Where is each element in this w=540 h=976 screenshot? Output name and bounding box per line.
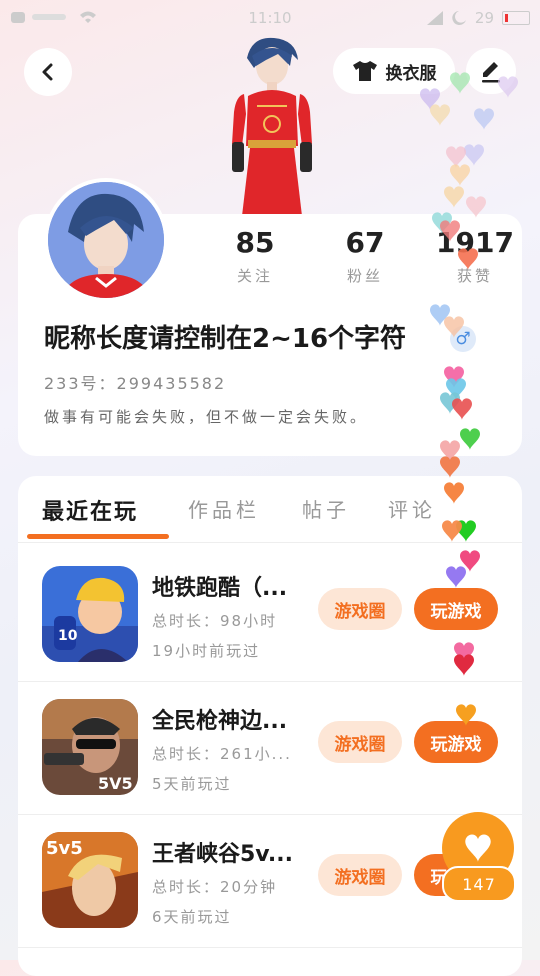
stat-label: 粉丝 xyxy=(346,267,383,285)
list-item[interactable]: 10 地铁跑酷（... 总时长：98小时 19小时前玩过 游戏圈 玩游戏 xyxy=(18,548,522,682)
heart-icon xyxy=(465,834,491,862)
heart-icon xyxy=(450,164,470,186)
game-community-button[interactable]: 游戏圈 xyxy=(318,721,402,763)
tab-comments[interactable]: 评论 xyxy=(388,494,436,523)
tab-underline xyxy=(27,534,169,539)
change-outfit-label: 换衣服 xyxy=(385,63,437,84)
heart-icon xyxy=(464,144,484,166)
profile-stats: 85 关注 67 粉丝 1917 获赞 xyxy=(200,226,530,286)
game-name: 全民枪神边... xyxy=(152,709,288,734)
do-not-disturb-icon xyxy=(452,11,466,25)
signal-icon xyxy=(426,11,443,25)
chevron-left-icon xyxy=(42,63,53,81)
game-community-button[interactable]: 游戏圈 xyxy=(318,588,402,630)
game-icon-text: 10 xyxy=(58,628,78,644)
game-icon-subway-surfers: 10 xyxy=(42,566,138,662)
play-game-button[interactable]: 玩游戏 xyxy=(414,588,498,630)
stat-followers[interactable]: 67 粉丝 xyxy=(310,226,420,286)
heart-icon xyxy=(440,456,460,478)
tab-works[interactable]: 作品栏 xyxy=(188,494,260,523)
tab-posts[interactable]: 帖子 xyxy=(302,494,350,523)
stat-following[interactable]: 85 关注 xyxy=(200,226,310,286)
list-item[interactable]: 5V5 全民枪神边... 总时长：261小... 5天前玩过 游戏圈 玩游戏 xyxy=(18,681,522,815)
game-last-played: 6天前玩过 xyxy=(152,908,232,926)
heart-icon xyxy=(474,108,494,130)
game-last-played: 5天前玩过 xyxy=(152,775,232,793)
game-icon-crisis-action: 5V5 xyxy=(42,699,138,795)
pencil-icon xyxy=(482,62,500,83)
game-duration: 总时长：98小时 xyxy=(152,612,278,630)
avatar-image xyxy=(48,182,164,298)
avatar[interactable] xyxy=(44,178,168,302)
stat-label: 获赞 xyxy=(456,267,493,285)
game-name: 地铁跑酷（... xyxy=(152,576,288,601)
game-icon-text: 5v5 xyxy=(46,838,83,859)
battery-icon xyxy=(502,11,530,25)
game-icon-text: 5V5 xyxy=(98,774,133,793)
game-duration: 总时长：20分钟 xyxy=(152,878,278,896)
game-duration: 总时长：261小... xyxy=(152,745,292,763)
play-game-button[interactable]: 玩游戏 xyxy=(414,721,498,763)
stat-label: 关注 xyxy=(236,267,273,285)
status-icons-right: 29 xyxy=(426,9,530,27)
nickname: 昵称长度请控制在2~16个字符 xyxy=(44,324,407,354)
edit-profile-button[interactable] xyxy=(466,48,516,94)
game-name: 王者峡谷5v... xyxy=(152,842,293,867)
game-community-button[interactable]: 游戏圈 xyxy=(318,854,402,896)
game-icon-honor-of-kings: 5v5 xyxy=(42,832,138,928)
heart-icon xyxy=(444,186,464,208)
tshirt-icon xyxy=(352,61,377,81)
stat-value: 1917 xyxy=(436,226,514,259)
change-outfit-button[interactable]: 换衣服 xyxy=(333,48,455,94)
avatar-3d-figure[interactable] xyxy=(222,36,322,216)
user-id[interactable]: 233号：299435582 xyxy=(44,370,226,394)
heart-icon xyxy=(430,104,450,126)
status-bar: 11:10 29 xyxy=(0,0,540,36)
stat-likes[interactable]: 1917 获赞 xyxy=(420,226,530,286)
game-last-played: 19小时前玩过 xyxy=(152,642,261,660)
gender-male-icon: ♂ xyxy=(450,326,476,352)
bio: 做事有可能会失败，但不做一定会失败。 xyxy=(44,408,369,426)
like-count: 147 xyxy=(442,866,516,902)
stat-value: 85 xyxy=(235,226,275,259)
tab-recently-played[interactable]: 最近在玩 xyxy=(42,494,138,526)
stat-value: 67 xyxy=(345,226,385,259)
battery-percent: 29 xyxy=(474,9,494,27)
back-button[interactable] xyxy=(24,48,72,96)
tab-bar: 最近在玩 作品栏 帖子 评论 xyxy=(18,476,522,543)
heart-icon xyxy=(446,146,466,168)
